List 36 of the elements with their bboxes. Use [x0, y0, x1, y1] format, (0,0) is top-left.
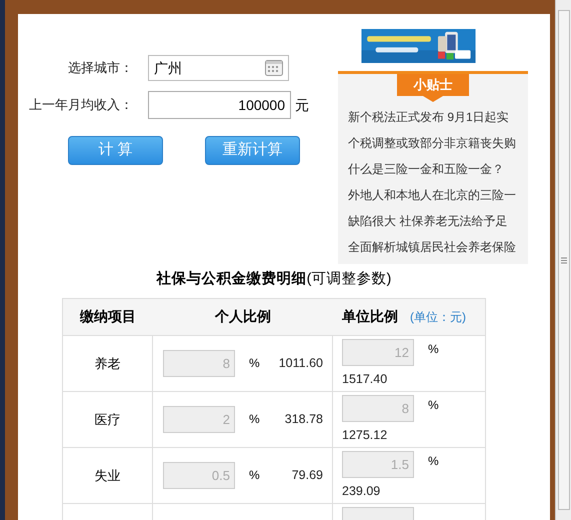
- table-cell-text: 318.78: [284, 410, 323, 428]
- scrollbar[interactable]: [555, 0, 571, 520]
- field-label: 上一年月均收入：: [28, 96, 134, 114]
- city-field[interactable]: 广州: [148, 55, 289, 81]
- column-header: 个人比例: [214, 307, 272, 326]
- unit-label: 元: [295, 96, 309, 114]
- percent-sign: %: [249, 467, 260, 484]
- tip-link[interactable]: 什么是三险一金和五险一金？: [348, 156, 528, 182]
- unit-note: (单位：元): [410, 308, 466, 326]
- table-cell-text: 79.69: [292, 466, 323, 484]
- percent-sign: %: [249, 411, 260, 428]
- tip-link[interactable]: 个税调整或致部分非京籍丧失购: [348, 130, 528, 156]
- column-header: 单位比例: [342, 307, 398, 326]
- table-title: 社保与公积金缴费明细(可调整参数): [155, 270, 392, 289]
- table-cell-text: 239.09: [342, 482, 382, 500]
- table-cell-text: 医疗: [94, 410, 120, 428]
- table-cell-text: 养老: [94, 354, 120, 372]
- table-cell-text: 失业: [94, 466, 120, 484]
- percent-sign: %: [428, 453, 439, 470]
- table-cell-text: 1275.12: [342, 426, 388, 444]
- percent-sign: %: [249, 355, 260, 372]
- percent-sign: %: [428, 341, 439, 358]
- table-cell-text: 1011.60: [278, 354, 323, 372]
- tip-link[interactable]: 缺陷很大 社保养老无法给予足: [348, 208, 528, 234]
- percent-sign: %: [428, 397, 439, 414]
- tip-link[interactable]: 外地人和本地人在北京的三险一: [348, 182, 528, 208]
- column-header: 缴纳项目: [78, 307, 137, 326]
- field-label: 选择城市：: [67, 59, 134, 78]
- income-field[interactable]: 100000: [148, 91, 291, 119]
- tips-title: 小贴士: [397, 74, 469, 96]
- tip-link[interactable]: 新个税法正式发布 9月1日起实: [348, 104, 528, 130]
- grip-icon: [560, 256, 566, 264]
- table-cell-text: 1517.40: [342, 370, 388, 388]
- tip-link[interactable]: 全面解析城镇居民社会养老保险: [348, 234, 528, 260]
- calendar-icon[interactable]: [265, 60, 283, 76]
- pointer-icon: [423, 96, 443, 102]
